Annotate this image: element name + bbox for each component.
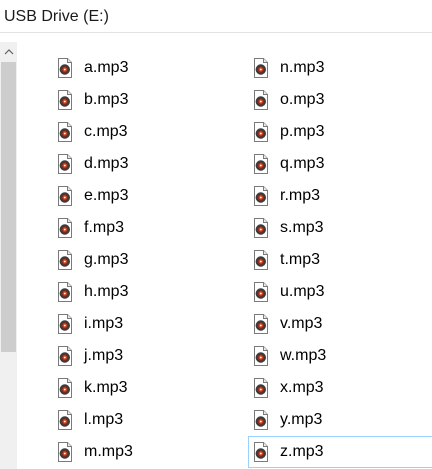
audio-file-icon xyxy=(57,314,73,334)
file-name: l.mp3 xyxy=(84,411,124,428)
file-item[interactable]: o.mp3 xyxy=(248,84,432,116)
file-item[interactable]: e.mp3 xyxy=(52,180,238,212)
explorer-window: USB Drive (E:) a.mp3 b.mp3 c.mp3 d.mp3 e… xyxy=(0,0,432,469)
file-item[interactable]: z.mp3 xyxy=(248,436,432,468)
file-name: n.mp3 xyxy=(280,59,325,76)
file-item[interactable]: j.mp3 xyxy=(52,340,238,372)
audio-file-icon xyxy=(253,314,269,334)
audio-file-icon xyxy=(57,410,73,430)
file-item[interactable]: t.mp3 xyxy=(248,244,432,276)
audio-file-icon xyxy=(57,154,73,174)
audio-file-icon xyxy=(57,442,73,462)
file-column: n.mp3 o.mp3 p.mp3 q.mp3 r.mp3 s.mp3 t.mp… xyxy=(248,52,432,468)
file-item[interactable]: k.mp3 xyxy=(52,372,238,404)
file-item[interactable]: h.mp3 xyxy=(52,276,238,308)
file-item[interactable]: y.mp3 xyxy=(248,404,432,436)
file-name: b.mp3 xyxy=(84,91,129,108)
file-name: t.mp3 xyxy=(280,251,321,268)
file-name: c.mp3 xyxy=(84,123,128,140)
audio-file-icon xyxy=(253,58,269,78)
file-name: h.mp3 xyxy=(84,283,129,300)
file-name: w.mp3 xyxy=(280,347,327,364)
file-name: a.mp3 xyxy=(84,59,129,76)
file-name: q.mp3 xyxy=(280,155,325,172)
file-item[interactable]: s.mp3 xyxy=(248,212,432,244)
audio-file-icon xyxy=(253,282,269,302)
audio-file-icon xyxy=(253,154,269,174)
file-name: v.mp3 xyxy=(280,315,323,332)
title-bar: USB Drive (E:) xyxy=(0,0,432,33)
file-item[interactable]: c.mp3 xyxy=(52,116,238,148)
file-item[interactable]: p.mp3 xyxy=(248,116,432,148)
file-name: j.mp3 xyxy=(84,347,124,364)
audio-file-icon xyxy=(57,250,73,270)
file-name: s.mp3 xyxy=(280,219,324,236)
file-name: y.mp3 xyxy=(280,411,323,428)
scroll-up-button[interactable] xyxy=(0,42,17,62)
audio-file-icon xyxy=(253,346,269,366)
audio-file-icon xyxy=(57,90,73,110)
file-name: i.mp3 xyxy=(84,315,124,332)
file-item[interactable]: b.mp3 xyxy=(52,84,238,116)
audio-file-icon xyxy=(57,58,73,78)
file-name: r.mp3 xyxy=(280,187,321,204)
file-item[interactable]: g.mp3 xyxy=(52,244,238,276)
audio-file-icon xyxy=(253,442,269,462)
audio-file-icon xyxy=(253,218,269,238)
file-item[interactable]: i.mp3 xyxy=(52,308,238,340)
audio-file-icon xyxy=(253,250,269,270)
file-item[interactable]: v.mp3 xyxy=(248,308,432,340)
file-item[interactable]: u.mp3 xyxy=(248,276,432,308)
file-name: e.mp3 xyxy=(84,187,129,204)
audio-file-icon xyxy=(57,122,73,142)
file-name: z.mp3 xyxy=(280,443,324,460)
audio-file-icon xyxy=(253,378,269,398)
audio-file-icon xyxy=(57,378,73,398)
file-item[interactable]: a.mp3 xyxy=(52,52,238,84)
file-item[interactable]: l.mp3 xyxy=(52,404,238,436)
file-item[interactable]: r.mp3 xyxy=(248,180,432,212)
file-item[interactable]: q.mp3 xyxy=(248,148,432,180)
file-name: x.mp3 xyxy=(280,379,324,396)
scroll-thumb[interactable] xyxy=(1,62,16,352)
chevron-up-icon xyxy=(4,49,13,55)
file-name: d.mp3 xyxy=(84,155,129,172)
file-item[interactable]: w.mp3 xyxy=(248,340,432,372)
file-name: o.mp3 xyxy=(280,91,325,108)
audio-file-icon xyxy=(253,186,269,206)
file-item[interactable]: f.mp3 xyxy=(52,212,238,244)
audio-file-icon xyxy=(253,122,269,142)
audio-file-icon xyxy=(253,90,269,110)
file-name: k.mp3 xyxy=(84,379,128,396)
file-name: m.mp3 xyxy=(84,443,133,460)
file-name: g.mp3 xyxy=(84,251,129,268)
audio-file-icon xyxy=(253,410,269,430)
file-item[interactable]: n.mp3 xyxy=(248,52,432,84)
file-item[interactable]: d.mp3 xyxy=(52,148,238,180)
file-name: p.mp3 xyxy=(280,123,325,140)
file-item[interactable]: m.mp3 xyxy=(52,436,238,468)
file-item[interactable]: x.mp3 xyxy=(248,372,432,404)
window-title: USB Drive (E:) xyxy=(4,8,109,25)
file-column: a.mp3 b.mp3 c.mp3 d.mp3 e.mp3 f.mp3 g.mp… xyxy=(52,52,238,468)
audio-file-icon xyxy=(57,218,73,238)
audio-file-icon xyxy=(57,282,73,302)
vertical-scrollbar[interactable] xyxy=(0,42,17,469)
audio-file-icon xyxy=(57,346,73,366)
audio-file-icon xyxy=(57,186,73,206)
file-name: f.mp3 xyxy=(84,219,125,236)
file-name: u.mp3 xyxy=(280,283,325,300)
